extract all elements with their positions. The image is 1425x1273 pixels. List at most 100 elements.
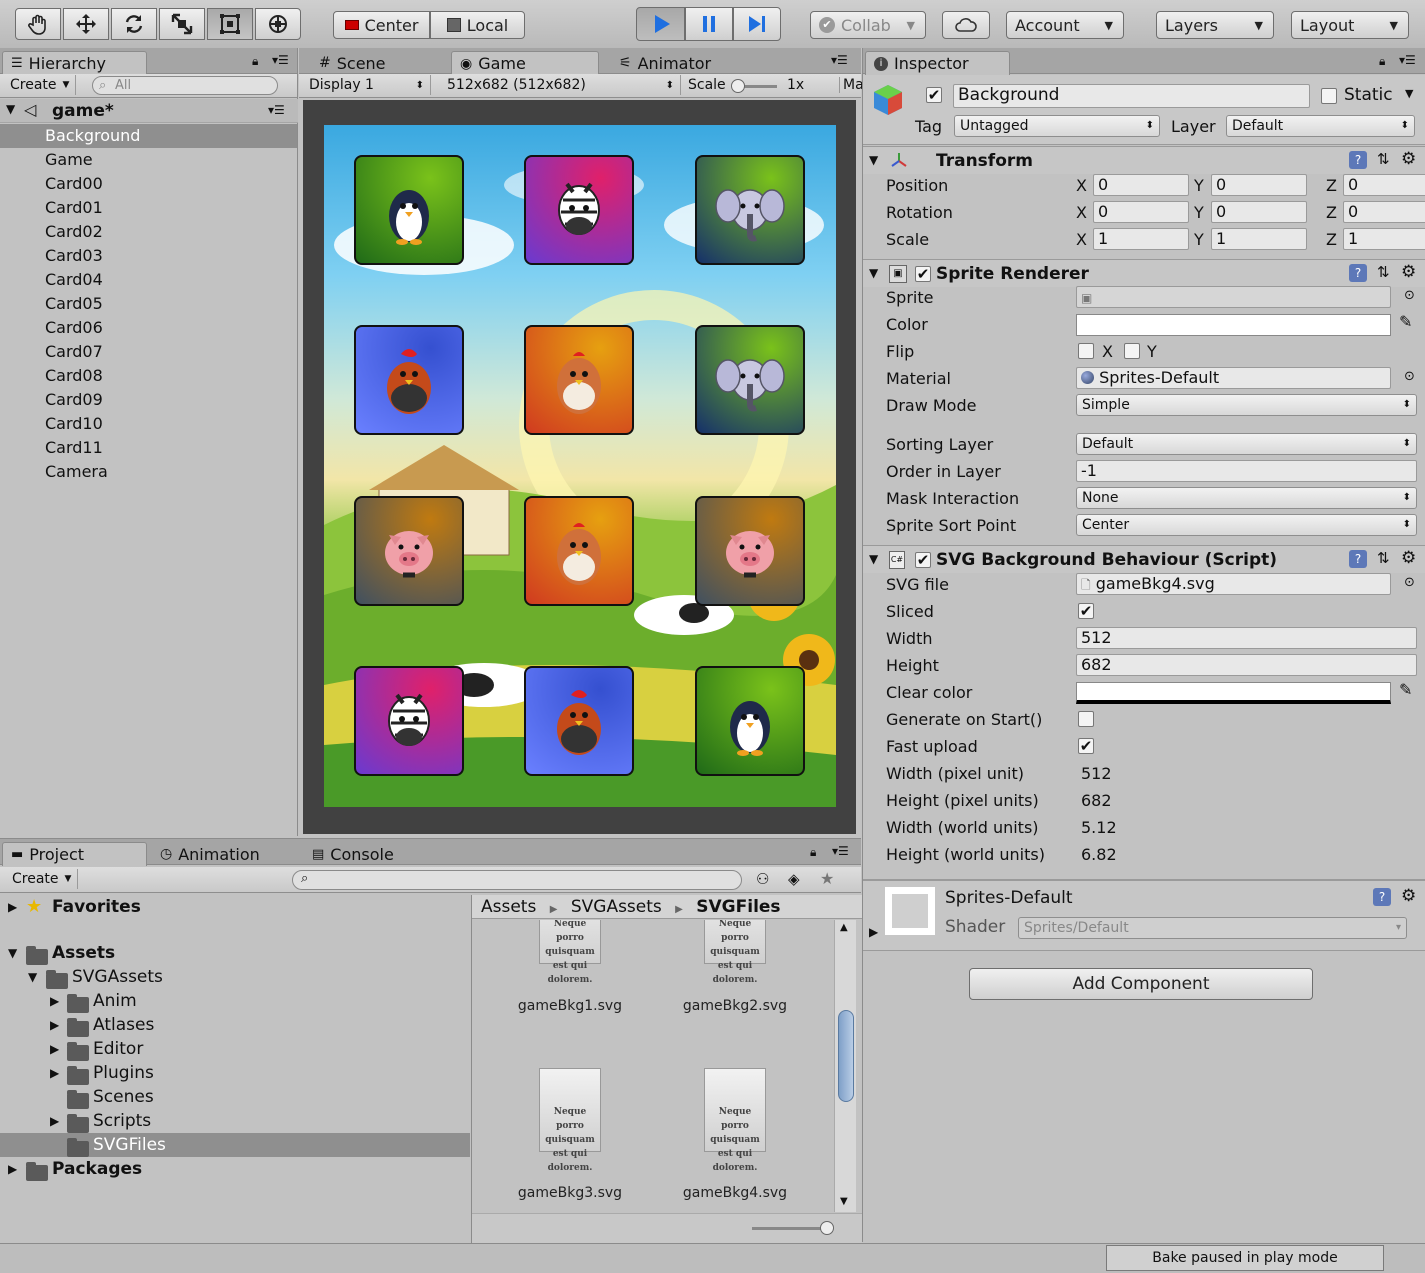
scene-menu-icon[interactable]: ▾☰: [268, 103, 285, 117]
game-card[interactable]: [524, 325, 634, 435]
rotate-tool-icon[interactable]: [111, 8, 157, 40]
sprite-renderer-enabled-checkbox[interactable]: ✔: [915, 266, 931, 282]
hierarchy-item[interactable]: Card06: [0, 316, 297, 340]
layout-dropdown[interactable]: Layout ▼: [1291, 11, 1409, 39]
gear-icon[interactable]: ⚙: [1401, 149, 1416, 169]
pause-button[interactable]: [685, 7, 733, 41]
tab-scene[interactable]: # Scene: [311, 51, 451, 75]
expand-arrow-icon[interactable]: ▼: [6, 102, 15, 116]
expand-arrow-icon[interactable]: ▼: [869, 552, 878, 566]
expand-arrow-icon[interactable]: ▶: [50, 989, 59, 1013]
breadcrumb-svgassets[interactable]: SVGAssets: [571, 897, 662, 917]
scroll-down-icon[interactable]: ▼: [840, 1196, 848, 1207]
object-picker-icon[interactable]: ⊙: [1404, 288, 1415, 303]
folder-row[interactable]: ▶ Scripts: [0, 1109, 470, 1133]
object-picker-icon[interactable]: ⊙: [1404, 369, 1415, 384]
packages-row[interactable]: ▶ Packages: [0, 1157, 470, 1181]
resolution-dropdown[interactable]: 512x682 (512x682) ⬍: [441, 75, 681, 95]
display-dropdown[interactable]: Display 1 ⬍: [303, 75, 431, 95]
vertical-scrollbar[interactable]: ▲ ▼: [834, 920, 856, 1212]
sorting-layer-dropdown[interactable]: Default ⬍: [1076, 433, 1417, 455]
add-component-button[interactable]: Add Component: [969, 968, 1313, 1000]
gear-icon[interactable]: ⚙: [1401, 548, 1416, 568]
preset-icon[interactable]: ⇅: [1377, 263, 1390, 281]
pivot-local-button[interactable]: Local: [430, 11, 525, 39]
project-search-input[interactable]: ⌕: [292, 870, 742, 890]
filter-label-icon[interactable]: ◈: [788, 870, 800, 888]
height-field[interactable]: 682: [1076, 654, 1417, 676]
maximize-label[interactable]: Ma: [839, 77, 864, 93]
scale-tool-icon[interactable]: [159, 8, 205, 40]
game-card[interactable]: [354, 155, 464, 265]
layer-dropdown[interactable]: Default ⬍: [1226, 115, 1415, 137]
transform-scale-x-field[interactable]: 1: [1093, 228, 1189, 250]
move-tool-icon[interactable]: [63, 8, 109, 40]
eyedropper-icon[interactable]: ✎: [1399, 680, 1412, 699]
folder-row[interactable]: Scenes: [0, 1085, 470, 1109]
panel-menu-icon[interactable]: ▾☰: [831, 53, 848, 67]
flip-x-checkbox[interactable]: [1078, 343, 1094, 359]
transform-header[interactable]: ▼ Transform ? ⇅ ⚙: [863, 146, 1425, 174]
chevron-down-icon[interactable]: ▼: [1405, 87, 1413, 100]
bake-status[interactable]: Bake paused in play mode: [1106, 1245, 1384, 1271]
expand-arrow-icon[interactable]: ▼: [869, 153, 878, 167]
expand-arrow-icon[interactable]: ▶: [50, 1037, 59, 1061]
flip-y-checkbox[interactable]: [1124, 343, 1140, 359]
layers-dropdown[interactable]: Layers ▼: [1156, 11, 1274, 39]
expand-arrow-icon[interactable]: ▼: [28, 965, 37, 989]
folder-row[interactable]: ▶ Plugins: [0, 1061, 470, 1085]
transform-position-y-field[interactable]: 0: [1211, 174, 1307, 196]
assets-row[interactable]: ▼ Assets: [0, 941, 470, 965]
hierarchy-item[interactable]: Card10: [0, 412, 297, 436]
collab-dropdown[interactable]: ✔ Collab ▼: [810, 11, 926, 39]
transform-rotation-y-field[interactable]: 0: [1211, 201, 1307, 223]
hierarchy-item[interactable]: Card05: [0, 292, 297, 316]
play-button[interactable]: [636, 7, 685, 41]
hierarchy-item[interactable]: Card03: [0, 244, 297, 268]
transform-scale-y-field[interactable]: 1: [1211, 228, 1307, 250]
order-in-layer-field[interactable]: -1: [1076, 460, 1417, 482]
hierarchy-item[interactable]: Card09: [0, 388, 297, 412]
transform-position-z-field[interactable]: 0: [1343, 174, 1425, 196]
file-thumbnail[interactable]: Neque porro quisquam est qui dolorem.: [539, 920, 601, 985]
color-swatch[interactable]: [1076, 314, 1391, 336]
active-checkbox[interactable]: ✔: [926, 87, 942, 103]
step-button[interactable]: [733, 7, 781, 41]
file-name[interactable]: gameBkg2.svg: [660, 998, 810, 1014]
tab-game[interactable]: ◉ Game: [451, 51, 599, 75]
tag-dropdown[interactable]: Untagged ⬍: [954, 115, 1160, 137]
hierarchy-search[interactable]: ⌕ All: [92, 76, 278, 95]
hierarchy-item[interactable]: Card00: [0, 172, 297, 196]
hierarchy-item[interactable]: Card08: [0, 364, 297, 388]
game-card[interactable]: [695, 496, 805, 606]
game-card[interactable]: [695, 325, 805, 435]
gear-icon[interactable]: ⚙: [1401, 262, 1416, 282]
hierarchy-item[interactable]: Background: [0, 124, 297, 148]
svg-file-field[interactable]: 🗋︎ gameBkg4.svg: [1076, 573, 1391, 595]
preset-icon[interactable]: ⇅: [1377, 150, 1390, 168]
file-name[interactable]: gameBkg4.svg: [660, 1185, 810, 1201]
favorite-star-icon[interactable]: ★: [820, 869, 834, 888]
width-field[interactable]: 512: [1076, 627, 1417, 649]
game-card[interactable]: [354, 666, 464, 776]
generate-on-start-checkbox[interactable]: [1078, 711, 1094, 727]
hand-tool-icon[interactable]: [15, 8, 61, 40]
file-thumbnail[interactable]: Neque porro quisquam est qui dolorem.: [539, 1068, 601, 1173]
pivot-center-button[interactable]: Center: [333, 11, 430, 39]
tab-project[interactable]: ▬ Project: [2, 842, 147, 866]
game-canvas[interactable]: [324, 125, 836, 807]
gear-icon[interactable]: ⚙: [1401, 886, 1416, 906]
thumbnail-size-thumb[interactable]: [820, 1221, 834, 1235]
hierarchy-item[interactable]: Card11: [0, 436, 297, 460]
expand-arrow-icon[interactable]: ▼: [8, 941, 17, 965]
svg-behaviour-header[interactable]: ▼ C# ✔ SVG Background Behaviour (Script)…: [863, 545, 1425, 573]
sprite-sort-point-dropdown[interactable]: Center ⬍: [1076, 514, 1417, 536]
game-card[interactable]: [695, 155, 805, 265]
file-thumbnail[interactable]: Neque porro quisquam est qui dolorem.: [704, 1068, 766, 1173]
expand-arrow-icon[interactable]: ▼: [869, 266, 878, 280]
game-card[interactable]: [524, 666, 634, 776]
svgassets-row[interactable]: ▼ SVGAssets: [0, 965, 470, 989]
favorites-row[interactable]: ▶ ★ Favorites: [0, 895, 470, 919]
file-name[interactable]: gameBkg1.svg: [495, 998, 645, 1014]
lock-icon[interactable]: 🔒︎: [1379, 54, 1385, 69]
